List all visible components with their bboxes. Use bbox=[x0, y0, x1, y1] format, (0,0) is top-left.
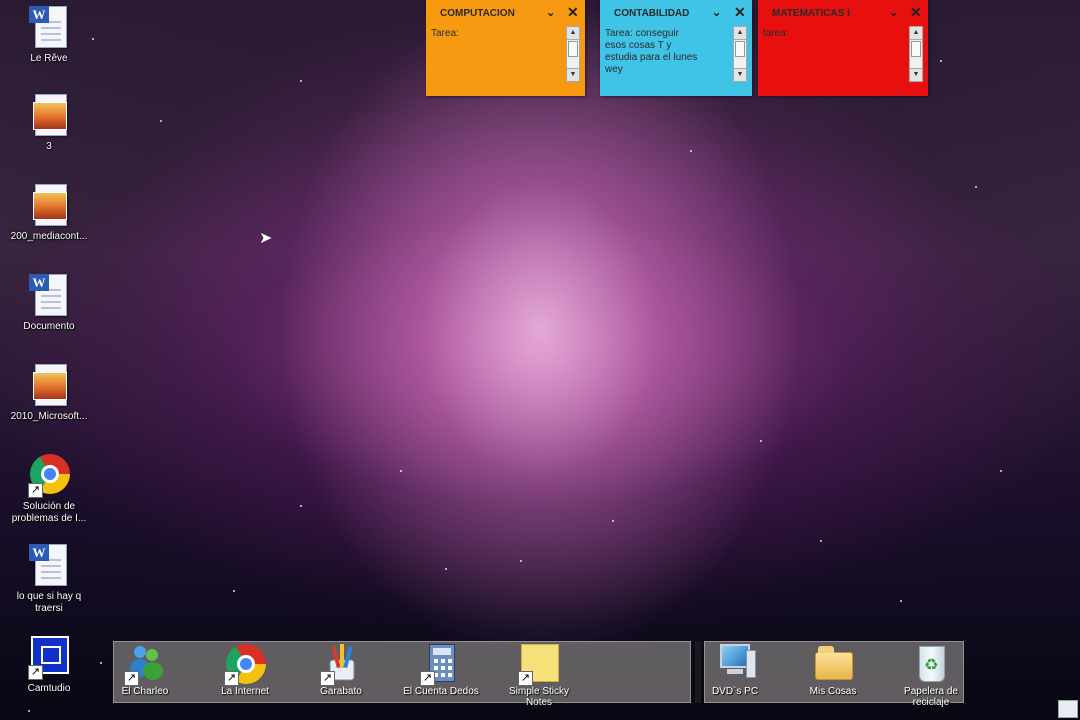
dock-item-papelera[interactable]: Papelera de reciclaje bbox=[886, 642, 976, 708]
note-matematicas[interactable]: MATEMATICAS I ⌄ ✕ tarea: ▲ ▼ bbox=[758, 0, 928, 96]
desktop-icon-label: 200_mediacont... bbox=[10, 231, 88, 242]
chevron-down-icon[interactable]: ⌄ bbox=[546, 6, 555, 19]
desktop-icon-microsoft[interactable]: 2010_Microsoft... bbox=[6, 362, 92, 423]
chevron-down-icon[interactable]: ⌄ bbox=[889, 6, 898, 19]
dock-item-label: La Internet bbox=[221, 686, 269, 697]
dock-item-label: Mis Cosas bbox=[809, 686, 857, 697]
note-body[interactable]: Tarea: conseguir esos cosas T y estudia … bbox=[605, 28, 697, 76]
note-contabilidad[interactable]: CONTABILIDAD ⌄ ✕ Tarea: conseguir esos c… bbox=[600, 0, 752, 96]
note-body[interactable]: tarea: bbox=[763, 28, 789, 40]
computer-icon bbox=[712, 642, 758, 686]
chrome-icon: ↗ bbox=[222, 642, 268, 686]
folder-icon bbox=[810, 642, 856, 686]
dock-item-la-internet[interactable]: ↗ La Internet bbox=[200, 642, 290, 697]
dock-item-el-cuenta-dedos[interactable]: ↗ El Cuenta Dedos bbox=[396, 642, 486, 697]
mouse-pointer-icon: ➤ bbox=[259, 228, 273, 247]
desktop-wallpaper bbox=[0, 0, 1080, 720]
dock-item-el-charleo[interactable]: ↗ El Charleo bbox=[100, 642, 190, 697]
calculator-icon: ↗ bbox=[418, 642, 464, 686]
image-file-icon bbox=[26, 92, 72, 138]
dock-item-label: El Cuenta Dedos bbox=[403, 686, 479, 697]
note-body[interactable]: Tarea: bbox=[431, 28, 459, 40]
desktop-icon-camtudio[interactable]: ↗ Camtudio bbox=[6, 634, 92, 695]
desktop-icon-label: lo que si hay q traersi bbox=[16, 591, 82, 614]
recycle-bin-icon bbox=[908, 642, 954, 686]
word-document-icon: W bbox=[26, 272, 72, 318]
dock-item-simple-sticky-notes[interactable]: ↗ Simple Sticky Notes bbox=[494, 642, 584, 708]
desktop-icon-label: Solución de problemas de I... bbox=[11, 501, 87, 524]
note-title: MATEMATICAS I bbox=[772, 8, 850, 19]
word-document-icon: W bbox=[26, 4, 72, 50]
dock-item-label: Garabato bbox=[320, 686, 362, 697]
desktop-icon-label: Documento bbox=[23, 321, 75, 332]
desktop-icon-le-reve[interactable]: W Le Rêve bbox=[6, 4, 92, 65]
image-file-icon bbox=[26, 362, 72, 408]
paint-icon: ↗ bbox=[318, 642, 364, 686]
dock-item-label: DVD`s PC bbox=[711, 686, 759, 697]
show-desktop-button[interactable] bbox=[1058, 700, 1078, 718]
desktop-icon-mediacont[interactable]: 200_mediacont... bbox=[6, 182, 92, 243]
dock-item-label: Papelera de reciclaje bbox=[904, 686, 958, 708]
dock-item-dvds-pc[interactable]: DVD`s PC bbox=[690, 642, 780, 697]
desktop-icon-documento[interactable]: W Documento bbox=[6, 272, 92, 333]
note-title: COMPUTACION bbox=[440, 8, 515, 19]
note-title: CONTABILIDAD bbox=[614, 8, 690, 19]
sticky-notes-icon: ↗ bbox=[516, 642, 562, 686]
note-scrollbar[interactable]: ▲ ▼ bbox=[909, 26, 923, 82]
chevron-down-icon[interactable]: ⌄ bbox=[712, 6, 721, 19]
close-icon[interactable]: ✕ bbox=[734, 4, 746, 21]
dock-item-garabato[interactable]: ↗ Garabato bbox=[296, 642, 386, 697]
desktop-icon-label: Camtudio bbox=[27, 683, 71, 694]
dock-item-label: Simple Sticky Notes bbox=[508, 686, 569, 708]
desktop-icon-lo-que-si-hay[interactable]: W lo que si hay q traersi bbox=[6, 542, 92, 615]
chrome-shortcut-icon: ↗ bbox=[26, 452, 72, 498]
desktop-icon-solucion-problemas[interactable]: ↗ Solución de problemas de I... bbox=[6, 452, 92, 525]
desktop-icon-label: 2010_Microsoft... bbox=[10, 411, 88, 422]
dock-item-label: El Charleo bbox=[121, 686, 169, 697]
note-scrollbar[interactable]: ▲ ▼ bbox=[566, 26, 580, 82]
image-file-icon bbox=[26, 182, 72, 228]
close-icon[interactable]: ✕ bbox=[567, 4, 579, 21]
close-icon[interactable]: ✕ bbox=[910, 4, 922, 21]
messenger-icon: ↗ bbox=[122, 642, 168, 686]
desktop-icon-label: 3 bbox=[46, 141, 52, 152]
note-scrollbar[interactable]: ▲ ▼ bbox=[733, 26, 747, 82]
desktop-icon-label: Le Rêve bbox=[30, 53, 68, 64]
desktop-icon-3[interactable]: 3 bbox=[6, 92, 92, 153]
dock-item-mis-cosas[interactable]: Mis Cosas bbox=[788, 642, 878, 697]
recorder-shortcut-icon: ↗ bbox=[26, 634, 72, 680]
note-computacion[interactable]: COMPUTACION ⌄ ✕ Tarea: ▲ ▼ bbox=[426, 0, 585, 96]
word-document-icon: W bbox=[26, 542, 72, 588]
